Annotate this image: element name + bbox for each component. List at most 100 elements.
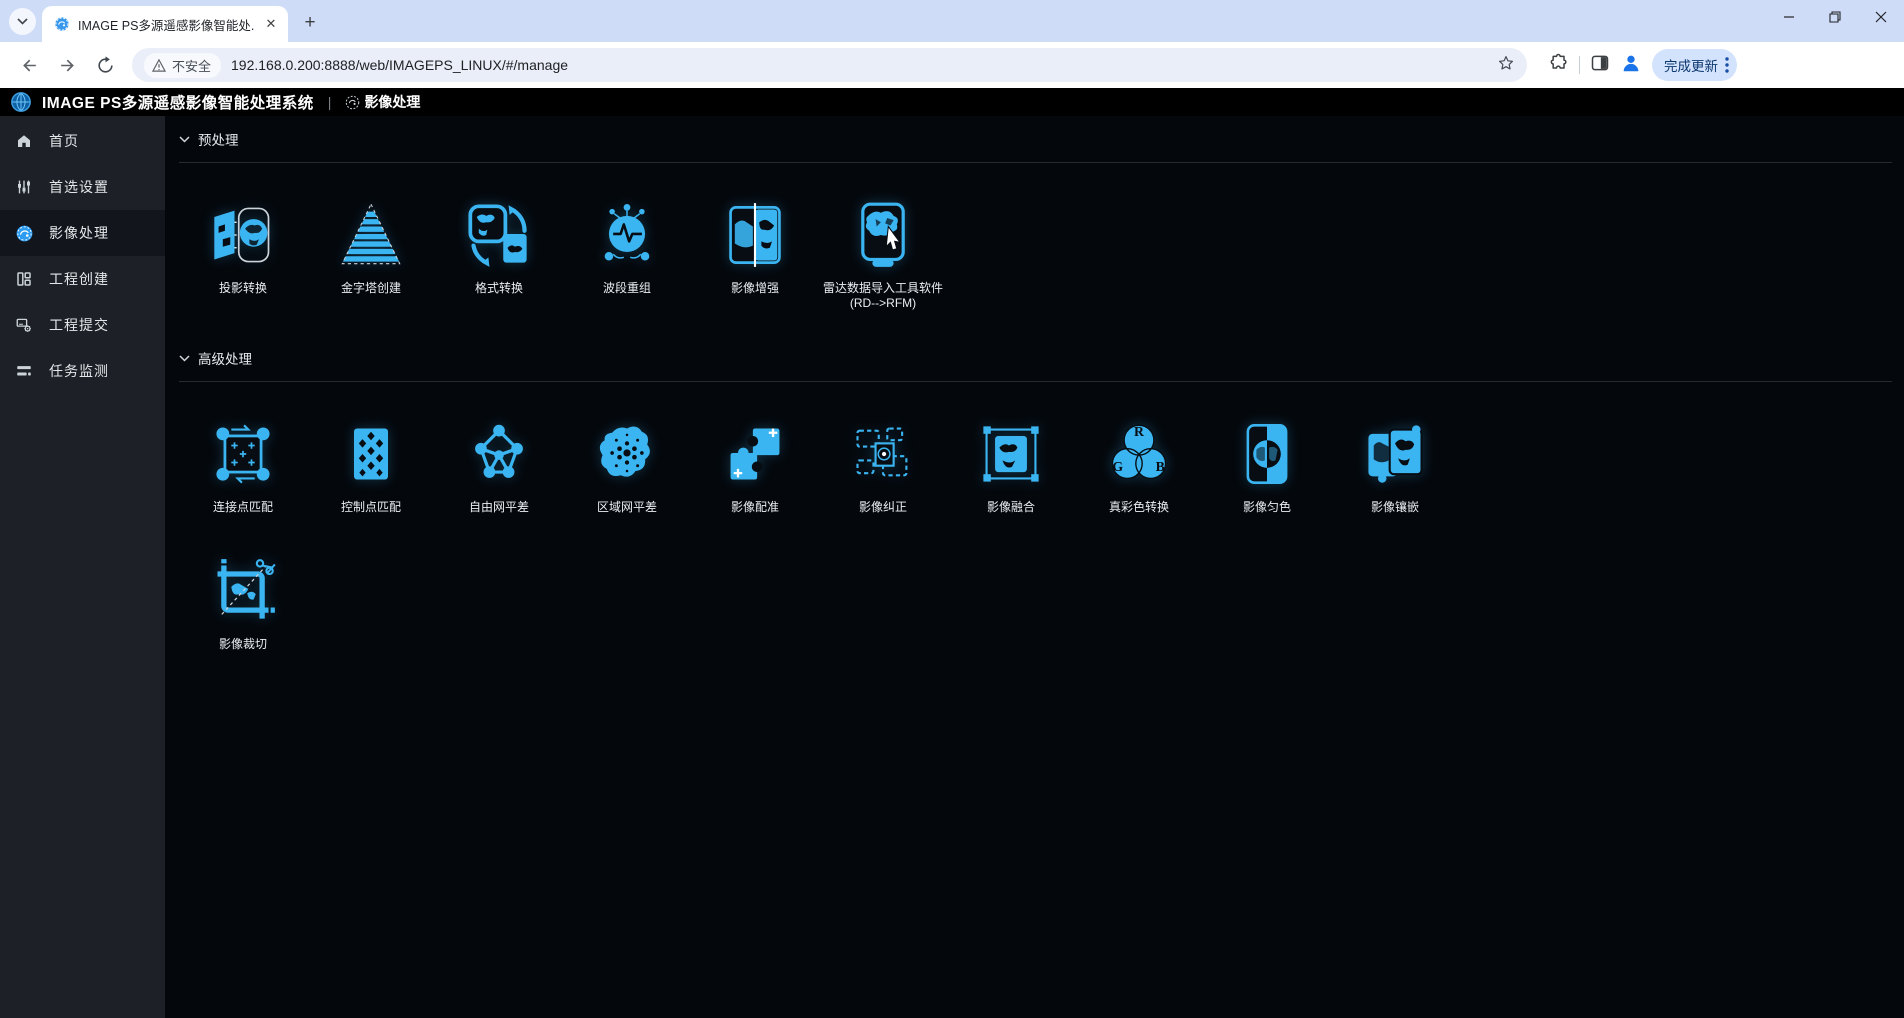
tool-label: 区域网平差 [597, 500, 657, 515]
chevron-down-icon [17, 18, 28, 25]
tool-image-mosaic[interactable]: 影像镶嵌 [1331, 402, 1459, 515]
tool-grid-advanced: 连接点匹配 控制点匹配 自由网平差 区域网平差 影像配准影像纠正影像融合 R G B 真彩色转换… [179, 402, 1904, 652]
svg-text:R: R [1134, 424, 1145, 439]
tool-label: 自由网平差 [469, 500, 529, 515]
home-icon [14, 131, 34, 151]
sidebar-item-label: 首页 [49, 131, 79, 151]
tool-label: 雷达数据导入工具软件(RD-->RFM) [823, 281, 943, 311]
security-label: 不安全 [172, 56, 211, 75]
warning-icon [152, 59, 166, 72]
project-submit-icon [14, 315, 34, 335]
close-window-button[interactable] [1858, 0, 1904, 34]
star-icon [1497, 54, 1515, 72]
close-icon [1875, 11, 1887, 23]
sidebar-item-label: 首选设置 [49, 177, 109, 197]
section-divider [179, 381, 1892, 382]
format-convert-icon [465, 183, 533, 269]
url-text[interactable]: 192.168.0.200:8888/web/IMAGEPS_LINUX/#/m… [231, 57, 1489, 73]
tab-search-button[interactable] [9, 8, 36, 35]
chevron-down-icon [179, 355, 190, 362]
tool-image-rectify[interactable]: 影像纠正 [819, 402, 947, 515]
section-preprocess: 预处理投影转换金字塔创建 格式转换波段重组影像增强 雷达数据导入工具软件(RD-->… [179, 128, 1904, 311]
side-panel-button[interactable] [1590, 53, 1610, 78]
browser-tab[interactable]: IMAGE PS多源遥感影像智能处... ✕ [42, 6, 288, 42]
url-bar[interactable]: 不安全 192.168.0.200:8888/web/IMAGEPS_LINUX… [132, 48, 1527, 82]
side-panel-icon [1590, 53, 1610, 73]
profile-avatar-icon [1620, 52, 1642, 74]
tool-pyramid-create[interactable]: 金字塔创建 [307, 183, 435, 311]
tool-color-balance[interactable]: 影像匀色 [1203, 402, 1331, 515]
window-controls [1766, 0, 1904, 34]
tool-image-enhance[interactable]: 影像增强 [691, 183, 819, 311]
forward-icon [58, 56, 77, 75]
extensions-button[interactable] [1549, 53, 1569, 78]
radar-import-icon [849, 183, 917, 269]
sidebar-item-home[interactable]: 首页 [0, 118, 165, 164]
tool-blocknet-adjust[interactable]: 区域网平差 [563, 402, 691, 515]
sidebar-item-image-process[interactable]: 影像处理 [0, 210, 165, 256]
section-advanced: 高级处理连接点匹配 控制点匹配 自由网平差 区域网平差 影像配准影像纠正影像融合 R G B 真… [179, 347, 1904, 652]
tool-band-recombine[interactable]: 波段重组 [563, 183, 691, 311]
tool-controlpoint-match[interactable]: 控制点匹配 [307, 402, 435, 515]
section-title: 高级处理 [198, 348, 252, 368]
profile-button[interactable] [1620, 52, 1642, 79]
restore-button[interactable] [1812, 0, 1858, 34]
tab-close-icon[interactable]: ✕ [262, 15, 280, 33]
tiepoint-match-icon [209, 402, 277, 488]
tool-image-fuse[interactable]: 影像融合 [947, 402, 1075, 515]
tool-freenet-adjust[interactable]: 自由网平差 [435, 402, 563, 515]
tool-label: 影像增强 [731, 281, 779, 296]
reload-button[interactable] [89, 49, 121, 81]
tool-label: 金字塔创建 [341, 281, 401, 296]
tool-image-register[interactable]: 影像配准 [691, 402, 819, 515]
browser-toolbar: 不安全 192.168.0.200:8888/web/IMAGEPS_LINUX… [0, 42, 1904, 88]
image-crop-icon [209, 539, 277, 625]
main-content: 预处理投影转换金字塔创建 格式转换波段重组影像增强 雷达数据导入工具软件(RD-->… [165, 116, 1904, 1018]
favicon-icon [54, 16, 70, 32]
tool-label: 真彩色转换 [1109, 500, 1169, 515]
sidebar-item-label: 任务监测 [49, 361, 109, 381]
sidebar-item-task-monitor[interactable]: 任务监测 [0, 348, 165, 394]
app-title: IMAGE PS多源遥感影像智能处理系统 [42, 91, 314, 113]
tool-truecolor-convert[interactable]: R G B 真彩色转换 [1075, 402, 1203, 515]
sidebar-item-label: 工程提交 [49, 315, 109, 335]
chrome-update-button[interactable]: 完成更新 [1652, 49, 1737, 81]
project-create-icon [14, 269, 34, 289]
header-divider: | [328, 94, 332, 110]
forward-button[interactable] [51, 49, 83, 81]
tool-image-crop[interactable]: 影像裁切 [179, 539, 307, 652]
back-button[interactable] [13, 49, 45, 81]
toolbar-divider [1579, 56, 1580, 74]
minimize-icon [1783, 11, 1795, 23]
kebab-menu-icon[interactable] [1725, 57, 1729, 73]
tool-label: 控制点匹配 [341, 500, 401, 515]
section-title: 预处理 [198, 129, 239, 149]
new-tab-button[interactable]: + [296, 9, 324, 37]
tool-format-convert[interactable]: 格式转换 [435, 183, 563, 311]
restore-icon [1829, 11, 1841, 23]
projection-convert-icon [209, 183, 277, 269]
sidebar-item-preferences[interactable]: 首选设置 [0, 164, 165, 210]
sidebar-item-project-create[interactable]: 工程创建 [0, 256, 165, 302]
tool-label: 连接点匹配 [213, 500, 273, 515]
tool-label: 影像裁切 [219, 637, 267, 652]
controlpoint-match-icon [337, 402, 405, 488]
tool-radar-import[interactable]: 雷达数据导入工具软件(RD-->RFM) [819, 183, 947, 311]
tool-tiepoint-match[interactable]: 连接点匹配 [179, 402, 307, 515]
minimize-button[interactable] [1766, 0, 1812, 34]
tool-projection-convert[interactable]: 投影转换 [179, 183, 307, 311]
bookmark-star-button[interactable] [1497, 54, 1515, 77]
tool-label: 影像融合 [987, 500, 1035, 515]
header-breadcrumb: 影像处理 [345, 92, 420, 112]
section-header-preprocess[interactable]: 预处理 [179, 128, 1904, 150]
image-rectify-icon [849, 402, 917, 488]
sidebar-item-project-submit[interactable]: 工程提交 [0, 302, 165, 348]
app-header: IMAGE PS多源遥感影像智能处理系统 | 影像处理 [0, 88, 1904, 116]
svg-text:G: G [1112, 459, 1123, 474]
section-header-advanced[interactable]: 高级处理 [179, 347, 1904, 369]
image-fuse-icon [977, 402, 1045, 488]
security-chip[interactable]: 不安全 [144, 53, 221, 78]
reload-icon [96, 56, 115, 75]
freenet-adjust-icon [465, 402, 533, 488]
svg-text:B: B [1156, 459, 1165, 474]
